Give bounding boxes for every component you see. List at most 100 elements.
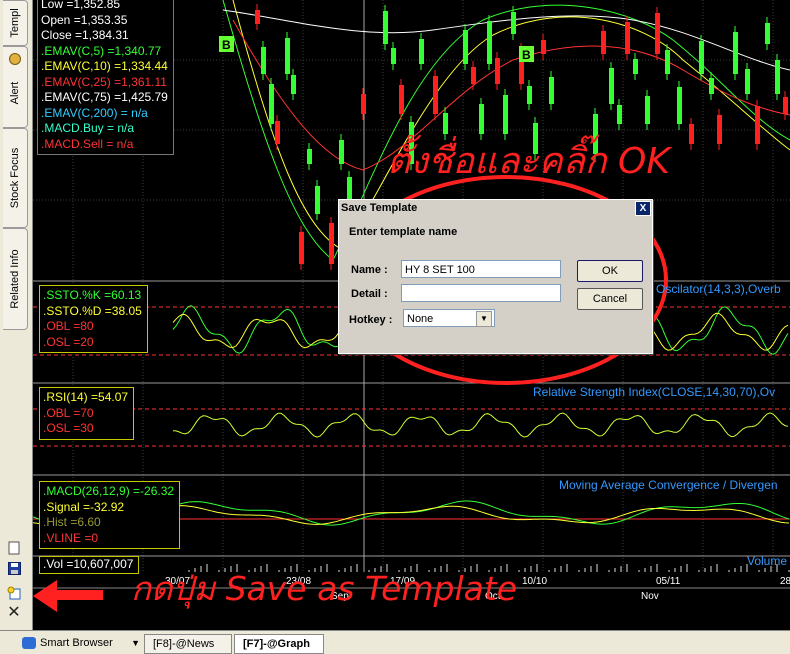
legend-ema25: .EMAV(C,25) =1,361.11: [41, 74, 167, 89]
candle-body: [745, 69, 750, 94]
candle-body: [617, 105, 622, 124]
macd-legend: .MACD(26,12,9) =-26.32 .Signal =-32.92 .…: [39, 481, 181, 549]
chevron-down-icon[interactable]: ▼: [476, 311, 492, 327]
candle-body: [541, 40, 546, 54]
candle-body: [699, 41, 704, 74]
bottom-taskbar: Smart Browser ▼ [F8]-@News [F7]-@Graph: [0, 630, 790, 654]
candle-body: [677, 87, 682, 124]
legend-rsi-obl: .OBL =70: [43, 405, 94, 420]
save-icon[interactable]: [7, 562, 21, 576]
candle-body: [601, 31, 606, 54]
candle-body: [733, 32, 738, 74]
tab-alert[interactable]: Alert: [3, 46, 28, 128]
dialog-title-bar[interactable]: Save Template X: [339, 200, 652, 216]
candle-body: [275, 121, 280, 144]
tab-graph[interactable]: [F7]-@Graph: [234, 634, 324, 654]
candle-body: [511, 12, 516, 34]
candle-body: [609, 68, 614, 104]
candle-body: [261, 47, 266, 74]
candle-body: [285, 38, 290, 74]
close-icon[interactable]: ✕: [7, 605, 21, 621]
candle-body: [433, 76, 438, 114]
legend-rsi-osl: .OSL =30: [43, 421, 94, 435]
candle-body: [383, 11, 388, 44]
candle-body: [717, 115, 722, 144]
macd-title: Moving Average Convergence / Divergen: [559, 478, 778, 492]
tab-templates-label: Templ: [9, 8, 21, 38]
stochastic-legend: .SSTO.%K =60.13 .SSTO.%D =38.05 .OBL =80…: [39, 285, 148, 353]
legend-macd-buy: .MACD.Buy = n/a: [41, 121, 135, 135]
new-document-icon[interactable]: [7, 541, 21, 555]
volume-title: Volume: [747, 554, 788, 568]
candle-body: [419, 39, 424, 64]
oscillator-title: Oscilator(14,3,3),Overb: [656, 282, 781, 296]
candle-body: [471, 67, 476, 84]
tab-stock-focus[interactable]: Stock Focus: [3, 128, 28, 228]
smart-browser-icon: [22, 637, 36, 649]
candle-body: [255, 10, 260, 24]
tab-related-info[interactable]: Related Info: [3, 228, 28, 330]
smart-browser-label: Smart Browser: [40, 637, 113, 649]
rsi-line: [172, 412, 789, 438]
name-label: Name :: [351, 264, 388, 276]
save-as-template-icon[interactable]: [7, 586, 21, 600]
candle-body: [269, 84, 274, 124]
template-detail-input[interactable]: [401, 284, 561, 302]
rsi-title: Relative Strength Index(CLOSE,14,30,70),…: [533, 385, 776, 399]
smart-browser-button[interactable]: Smart Browser ▼: [18, 634, 148, 652]
ok-button[interactable]: OK: [577, 260, 643, 282]
candle-body: [399, 85, 404, 114]
price-legend: Low =1,352.85 Open =1,353.35 Close =1,38…: [37, 0, 174, 155]
tab-news[interactable]: [F8]-@News: [144, 634, 232, 654]
legend-obl: .OBL =80: [43, 319, 94, 333]
date-tick-label: 10/10: [522, 576, 547, 587]
legend-hist: .Hist =6.60: [43, 515, 101, 529]
candle-body: [527, 86, 532, 104]
legend-macd: .MACD(26,12,9) =-26.32: [43, 484, 175, 498]
candle-body: [479, 104, 484, 134]
candle-body: [655, 13, 660, 54]
chevron-down-icon[interactable]: ▼: [131, 634, 140, 652]
tab-related-info-label: Related Info: [9, 249, 21, 309]
tab-templates[interactable]: Templ: [3, 0, 28, 46]
alert-icon: [9, 53, 21, 65]
candle-body: [487, 21, 492, 64]
candle-body: [645, 96, 650, 124]
tab-alert-label: Alert: [9, 82, 21, 105]
legend-ema200: .EMAV(C,200) = n/a: [41, 105, 148, 120]
legend-vline: .VLINE =0: [43, 530, 99, 545]
legend-ema75: .EMAV(C,75) =1,425.79: [41, 90, 168, 104]
legend-signal: .Signal =-32.92: [43, 499, 125, 514]
candle-body: [443, 113, 448, 134]
candle-body: [689, 124, 694, 144]
save-template-dialog: Save Template X Enter template name Name…: [338, 199, 653, 354]
candle-body: [307, 149, 312, 164]
candle-body: [549, 77, 554, 104]
legend-close: Close =1,384.31: [41, 28, 129, 42]
detail-label: Detail :: [351, 288, 388, 300]
hotkey-select[interactable]: None ▼: [403, 309, 495, 327]
candle-body: [633, 59, 638, 74]
month-tick-label: Nov: [641, 591, 659, 602]
candle-body: [495, 58, 500, 84]
legend-rsi: .RSI(14) =54.07: [43, 390, 129, 404]
template-name-input[interactable]: HY 8 SET 100: [401, 260, 561, 278]
dialog-heading: Enter template name: [349, 226, 458, 238]
candle-body: [361, 94, 366, 114]
tab-stock-focus-label: Stock Focus: [9, 147, 21, 209]
legend-low: Low =1,352.85: [41, 0, 121, 11]
dialog-close-button[interactable]: X: [635, 201, 651, 216]
legend-volume: .Vol =10,607,007: [43, 557, 134, 571]
candle-body: [391, 48, 396, 64]
candle-body: [765, 23, 770, 44]
candle-body: [339, 140, 344, 164]
hotkey-label: Hotkey :: [349, 314, 393, 326]
legend-macd-sell: .MACD.Sell = n/a: [41, 136, 134, 151]
cancel-button[interactable]: Cancel: [577, 288, 643, 310]
buy-signal-label: B: [222, 38, 231, 52]
candle-body: [329, 223, 334, 264]
ema75-line: [222, 9, 790, 71]
candle-body: [755, 106, 760, 144]
date-tick-label: 28: [780, 576, 790, 587]
candle-body: [709, 78, 714, 94]
